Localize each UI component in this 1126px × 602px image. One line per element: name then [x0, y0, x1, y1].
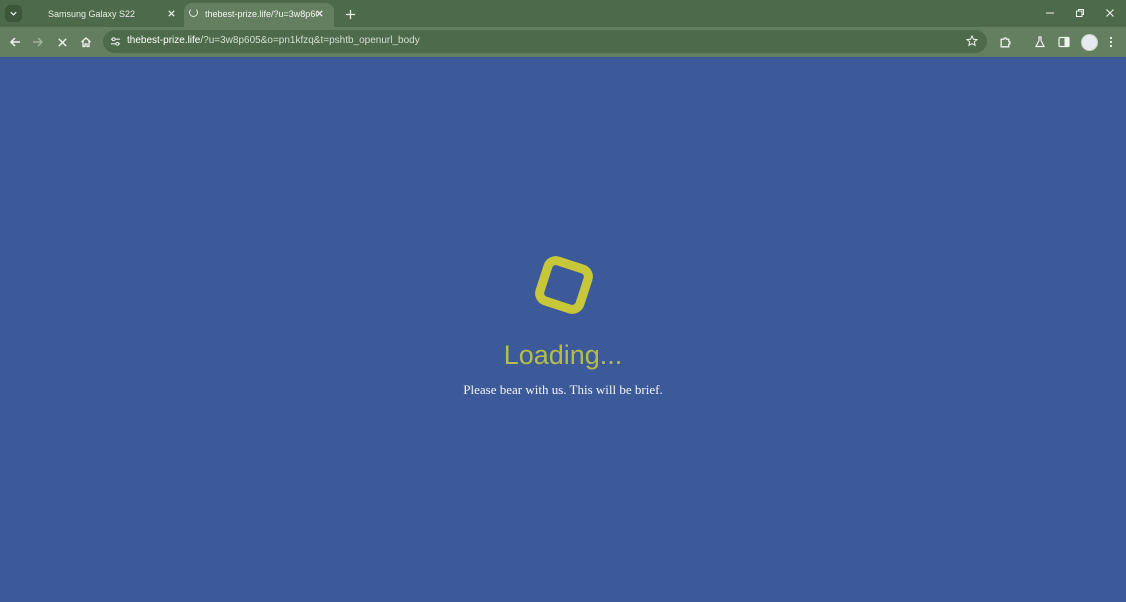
- chevron-down-icon: [10, 11, 17, 16]
- stop-icon: [57, 37, 67, 47]
- side-panel-icon: [1058, 36, 1070, 48]
- address-bar[interactable]: thebest-prize.life/?u=3w8p605&o=pn1kfzq&…: [103, 30, 987, 53]
- tab-active[interactable]: thebest-prize.life/?u=3w8p605&: [184, 3, 334, 27]
- site-settings-icon: [110, 36, 120, 46]
- site-info-button[interactable]: [109, 35, 121, 47]
- home-icon: [81, 37, 91, 48]
- loading-spinner-icon: [189, 8, 198, 17]
- labs-button[interactable]: [1032, 34, 1048, 50]
- tab-search-button[interactable]: [5, 5, 22, 22]
- labs-icon: [1035, 36, 1045, 48]
- restore-button[interactable]: [1071, 5, 1089, 21]
- window-close-icon: [1106, 9, 1114, 17]
- menu-icon: [1109, 36, 1113, 48]
- close-window-button[interactable]: [1101, 5, 1119, 21]
- loading-square-icon: [535, 256, 593, 314]
- bookmark-button[interactable]: [966, 35, 978, 47]
- tab-samsung[interactable]: Samsung Galaxy S22: [36, 3, 186, 27]
- url-text: thebest-prize.life/?u=3w8p605&o=pn1kfzq&…: [127, 35, 420, 46]
- tab-title: Samsung Galaxy S22: [48, 9, 136, 19]
- new-tab-icon: [345, 9, 355, 19]
- tab-strip: Samsung Galaxy S22 thebest-prize.life/?u…: [0, 0, 1126, 27]
- browser-toolbar: thebest-prize.life/?u=3w8p605&o=pn1kfzq&…: [0, 27, 1126, 57]
- menu-button[interactable]: [1103, 34, 1119, 50]
- star-icon: [966, 35, 978, 47]
- extensions-icon: [1000, 36, 1011, 47]
- tab-close-button[interactable]: [164, 6, 178, 20]
- forward-icon: [33, 37, 44, 47]
- tab-close-button[interactable]: [312, 6, 326, 20]
- url-path: /?u=3w8p605&o=pn1kfzq&t=pshtb_openurl_bo…: [200, 35, 420, 46]
- profile-avatar[interactable]: [1081, 34, 1098, 51]
- stop-button[interactable]: [54, 34, 70, 50]
- back-icon: [9, 37, 20, 47]
- close-icon: [315, 9, 323, 17]
- side-panel-button[interactable]: [1056, 34, 1072, 50]
- loading-subtitle: Please bear with us. This will be brief.: [463, 382, 663, 397]
- restore-icon: [1076, 9, 1084, 17]
- close-icon: [167, 9, 175, 17]
- url-host: thebest-prize.life: [127, 35, 201, 46]
- page-content: Loading... Please bear with us. This wil…: [0, 57, 1126, 602]
- new-tab-button[interactable]: [342, 6, 358, 22]
- home-button[interactable]: [78, 34, 94, 50]
- minimize-icon: [1046, 12, 1054, 14]
- loading-title: Loading...: [503, 340, 623, 370]
- forward-button[interactable]: [30, 34, 46, 50]
- minimize-button[interactable]: [1041, 5, 1059, 21]
- back-button[interactable]: [7, 34, 23, 50]
- extensions-button[interactable]: [997, 34, 1013, 50]
- tab-title: thebest-prize.life/?u=3w8p605&: [205, 9, 317, 19]
